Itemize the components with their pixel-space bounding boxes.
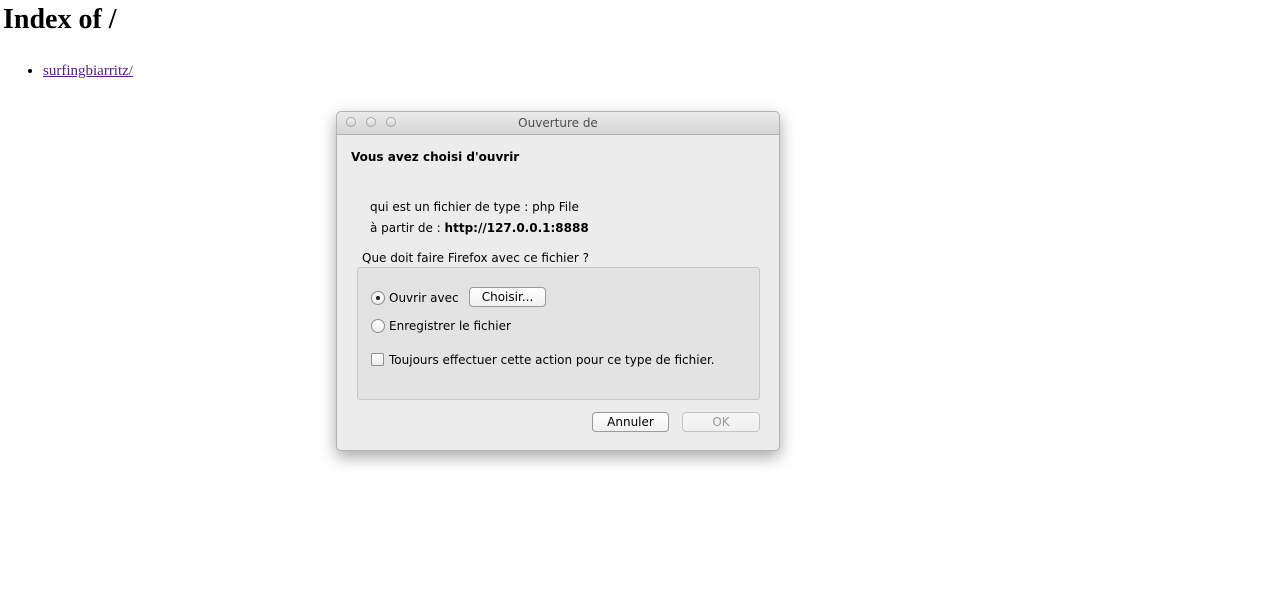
list-item: surfingbiarritz/ (43, 62, 133, 80)
file-source-value: http://127.0.0.1:8888 (444, 221, 589, 235)
file-source-label: à partir de : (370, 221, 441, 235)
choose-application-button[interactable]: Choisir... (469, 287, 546, 307)
directory-link-surfingbiarritz[interactable]: surfingbiarritz/ (43, 63, 133, 79)
action-question: Que doit faire Firefox avec ce fichier ? (362, 251, 590, 265)
dialog-titlebar[interactable]: Ouverture de (337, 112, 779, 135)
page-title: Index of / (3, 4, 117, 35)
save-file-label[interactable]: Enregistrer le fichier (389, 319, 511, 333)
always-do-this-label[interactable]: Toujours effectuer cette action pour ce … (389, 353, 715, 367)
file-type-value: php File (532, 200, 579, 214)
save-file-radio[interactable] (371, 319, 385, 333)
cancel-button[interactable]: Annuler (592, 412, 669, 432)
ok-button[interactable]: OK (682, 412, 760, 432)
dialog-heading: Vous avez choisi d'ouvrir (351, 150, 520, 164)
file-type-row: qui est un fichier de type : php File (370, 200, 579, 214)
always-do-this-checkbox[interactable] (371, 353, 384, 366)
open-with-radio[interactable] (371, 291, 385, 305)
open-file-dialog: Ouverture de Vous avez choisi d'ouvrir q… (336, 111, 780, 451)
directory-list: surfingbiarritz/ (43, 62, 133, 80)
dialog-title: Ouverture de (518, 116, 598, 130)
file-source-row: à partir de : http://127.0.0.1:8888 (370, 221, 589, 235)
action-options-group: Ouvrir avec Choisir... Enregistrer le fi… (357, 267, 760, 400)
open-with-label[interactable]: Ouvrir avec (389, 291, 459, 305)
file-type-label: qui est un fichier de type : (370, 200, 529, 214)
